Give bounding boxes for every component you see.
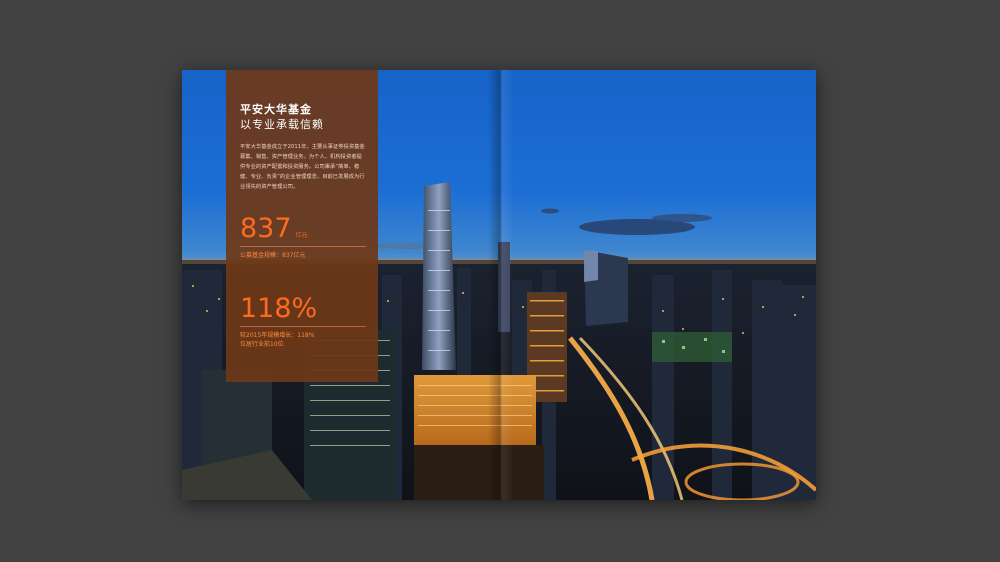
panel-body-text: 平安大华基金成立于2011年，主要从事证券投资基金募集、销售、资产管理业务。为个… [240, 144, 365, 190]
stat-divider [240, 246, 366, 247]
stat-divider [240, 326, 366, 327]
book-spine-shadow [488, 70, 514, 500]
stat-growth: 118% 较2015年规模增长：118% 位居行业前10位 [240, 294, 366, 349]
stat-caption: 较2015年规模增长：118% 位居行业前10位 [240, 332, 315, 348]
panel-title: 平安大华基金 [240, 103, 312, 116]
stat-number: 118% [240, 293, 318, 324]
brochure-spread: 平安大华基金 以专业承载信赖 平安大华基金成立于2011年，主要从事证券投资基金… [182, 70, 816, 500]
stat-number: 837 [240, 213, 292, 244]
panel-subtitle: 以专业承载信赖 [240, 118, 324, 131]
stat-caption: 公募基金规模：837亿元 [240, 252, 306, 259]
stat-unit: 亿元 [295, 232, 308, 239]
info-panel: 平安大华基金 以专业承载信赖 平安大华基金成立于2011年，主要从事证券投资基金… [226, 70, 378, 382]
stat-fund-size: 837 亿元 公募基金规模：837亿元 [240, 214, 366, 260]
